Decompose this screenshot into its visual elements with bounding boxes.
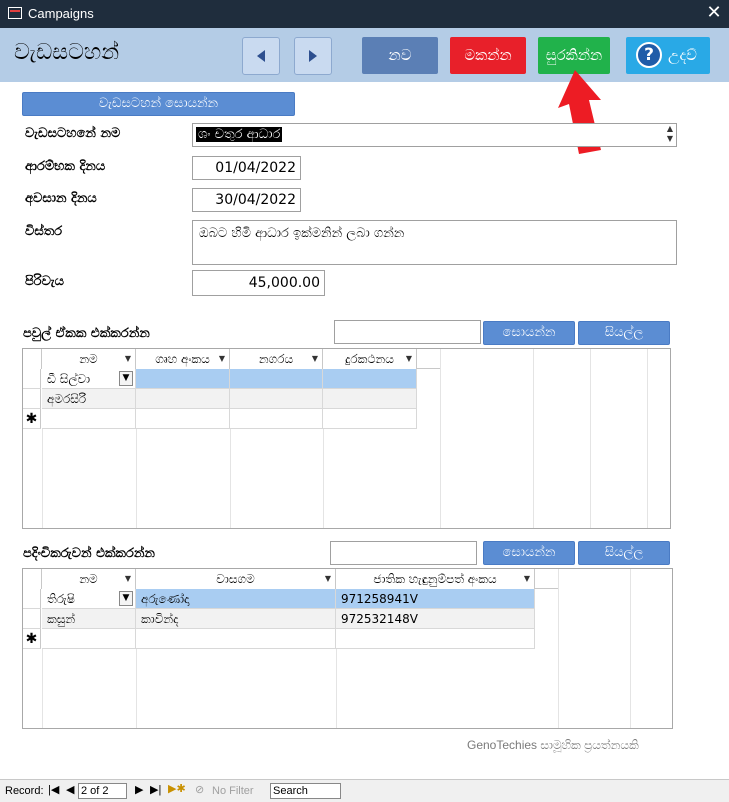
help-label: උදව් — [668, 46, 697, 64]
column-header[interactable]: නම ▼ — [42, 349, 136, 369]
search-input[interactable]: Search — [270, 783, 341, 799]
row-selector[interactable] — [23, 389, 41, 409]
new-record-row[interactable]: ✱ — [23, 629, 558, 649]
new-row-icon: ✱ — [23, 629, 41, 649]
form-header: වැඩසටහන් නව මකන්න සුරකින්න ? උදව් — [0, 28, 729, 82]
table-cell[interactable] — [230, 369, 323, 389]
table-cell[interactable]: අරුණෝදා — [136, 589, 336, 609]
table-cell[interactable] — [136, 629, 336, 649]
select-all-corner[interactable] — [23, 569, 42, 589]
record-navigation-bar: Record: |◀ ◀ 2 of 2 ▶ ▶| ▶✱ ⊘ No Filter … — [0, 779, 729, 802]
column-header[interactable]: නම ▼ — [42, 569, 136, 589]
table-row[interactable]: අමරසිරි — [23, 389, 440, 409]
residents-section-label: පදිංචිකරුවන් එක්කරන්න — [23, 546, 155, 561]
row-selector[interactable] — [23, 369, 41, 389]
table-cell[interactable] — [42, 629, 136, 649]
window-title: Campaigns — [28, 6, 94, 21]
end-date-field[interactable]: 30/04/2022 — [192, 188, 301, 212]
table-cell[interactable] — [136, 369, 230, 389]
table-cell[interactable] — [323, 409, 417, 429]
delete-record-button[interactable]: මකන්න — [450, 37, 526, 74]
row-selector[interactable] — [23, 609, 41, 629]
table-cell[interactable] — [42, 409, 136, 429]
table-cell[interactable] — [230, 389, 323, 409]
chevron-down-icon[interactable]: ▼ — [119, 591, 133, 606]
new-blank-record-icon[interactable]: ▶✱ — [168, 782, 186, 795]
help-button[interactable]: ? උදව් — [626, 37, 710, 74]
column-header[interactable]: දුරකථනය ▼ — [323, 349, 417, 369]
close-icon[interactable]: ✕ — [704, 3, 724, 23]
table-cell[interactable]: තිරුෂි ▼ — [42, 589, 136, 609]
table-cell[interactable]: 972532148V — [336, 609, 535, 629]
row-selector[interactable] — [23, 589, 41, 609]
spin-arrows-icon[interactable]: ▲ ▼ — [667, 124, 673, 144]
new-row-icon: ✱ — [23, 409, 41, 429]
residents-datasheet[interactable]: නම ▼ වාසගම ▼ ජාතික හැඳුනුම්පත් අංකය ▼ තිරුෂ… — [22, 568, 673, 729]
families-section-label: පවුල් ඒකක එක්කරන්න — [23, 326, 150, 341]
window-titlebar: Campaigns ✕ — [0, 0, 729, 28]
new-record-button[interactable]: නව — [362, 37, 438, 74]
chevron-down-icon[interactable]: ▼ — [119, 371, 133, 386]
description-label: විස්තර — [25, 224, 63, 239]
table-cell[interactable] — [136, 389, 230, 409]
select-all-corner[interactable] — [23, 349, 42, 369]
triangle-left-icon — [257, 50, 265, 62]
campaign-name-value: ශං චතුර ආධාර — [196, 127, 283, 142]
families-datasheet[interactable]: නම ▼ ගෘහ අංකය ▼ නගරය ▼ දුරකථනය ▼ ඩී සිල්වා ▼ … — [22, 348, 671, 529]
table-row[interactable]: කසුන් කාවින්ද 972532148V — [23, 609, 558, 629]
families-show-all-button[interactable]: සියල්ල — [578, 321, 670, 345]
help-icon: ? — [636, 42, 662, 68]
next-record-icon[interactable]: ▶ — [135, 783, 143, 796]
cost-field[interactable]: 45,000.00 — [192, 270, 325, 296]
cost-label: පිරිවැය — [25, 274, 64, 289]
triangle-right-icon — [309, 50, 317, 62]
last-record-icon[interactable]: ▶| — [150, 783, 161, 796]
search-campaigns-button[interactable]: වැඩසටහන් සොයන්න — [22, 92, 295, 116]
next-record-button[interactable] — [294, 37, 332, 75]
start-date-label: ආරම්භක දිනය — [25, 159, 106, 174]
residents-show-all-button[interactable]: සියල්ල — [578, 541, 670, 565]
residents-search-input[interactable] — [330, 541, 477, 565]
no-filter-label[interactable]: No Filter — [212, 785, 254, 797]
form-icon — [8, 7, 22, 19]
previous-record-button[interactable] — [242, 37, 280, 75]
current-record-field[interactable]: 2 of 2 — [78, 783, 127, 799]
start-date-field[interactable]: 01/04/2022 — [192, 156, 301, 180]
description-field[interactable]: ඔබට හිමි ආධාර ඉක්මනින් ලබා ගන්න — [192, 220, 677, 265]
new-record-row[interactable]: ✱ — [23, 409, 440, 429]
table-cell[interactable]: අමරසිරි — [42, 389, 136, 409]
first-record-icon[interactable]: |◀ — [48, 783, 59, 796]
families-header-row: නම ▼ ගෘහ අංකය ▼ නගරය ▼ දුරකථනය ▼ — [23, 349, 440, 369]
column-header[interactable]: ජාතික හැඳුනුම්පත් අංකය ▼ — [336, 569, 535, 589]
column-header[interactable]: නගරය ▼ — [230, 349, 323, 369]
table-cell[interactable] — [323, 389, 417, 409]
residents-search-button[interactable]: සොයන්න — [483, 541, 575, 565]
end-date-label: අවසාන දිනය — [25, 191, 97, 206]
column-header[interactable]: වාසගම ▼ — [136, 569, 336, 589]
column-header[interactable]: ගෘහ අංකය ▼ — [136, 349, 230, 369]
campaign-name-label: වැඩසටහනේ නම — [25, 126, 121, 141]
campaign-name-field[interactable]: ශං චතුර ආධාර ▲ ▼ — [192, 123, 677, 147]
table-cell[interactable] — [336, 629, 535, 649]
table-row[interactable]: ඩී සිල්වා ▼ — [23, 369, 440, 389]
residents-header-row: නම ▼ වාසගම ▼ ජාතික හැඳුනුම්පත් අංකය ▼ — [23, 569, 558, 589]
table-cell[interactable]: කාවින්ද — [136, 609, 336, 629]
previous-record-icon[interactable]: ◀ — [66, 783, 74, 796]
families-search-input[interactable] — [334, 320, 481, 344]
table-row[interactable]: තිරුෂි ▼ අරුණෝදා 971258941V — [23, 589, 558, 609]
table-cell[interactable]: 971258941V — [336, 589, 535, 609]
record-label: Record: — [5, 785, 44, 797]
table-cell[interactable]: ඩී සිල්වා ▼ — [42, 369, 136, 389]
families-search-button[interactable]: සොයන්න — [483, 321, 575, 345]
form-title: වැඩසටහන් — [14, 40, 120, 65]
table-cell[interactable] — [136, 409, 230, 429]
table-cell[interactable] — [230, 409, 323, 429]
table-cell[interactable] — [323, 369, 417, 389]
credit-text: GenoTechies සාමූහික ප්‍රයත්නයකි — [467, 738, 639, 752]
table-cell[interactable]: කසුන් — [42, 609, 136, 629]
filter-icon: ⊘ — [195, 784, 205, 796]
